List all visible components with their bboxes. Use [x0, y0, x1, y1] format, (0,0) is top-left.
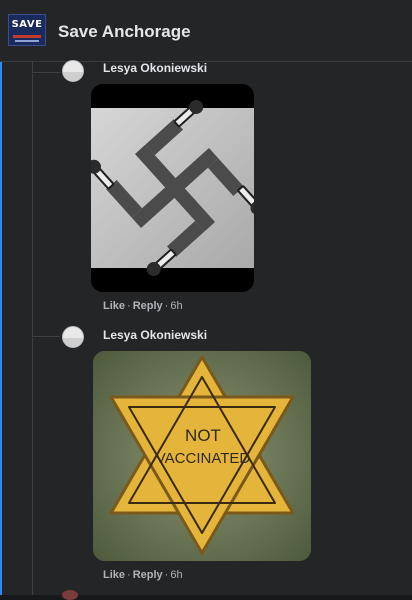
separator-dot: ·	[127, 300, 131, 312]
like-link[interactable]: Like	[103, 569, 125, 581]
swastika-syringe-image	[91, 84, 254, 292]
comment-actions: Like · Reply · 6h	[103, 569, 183, 581]
avatar[interactable]	[62, 326, 84, 348]
separator-dot: ·	[127, 569, 131, 581]
reply-link[interactable]: Reply	[133, 300, 163, 312]
thread-branch	[32, 72, 60, 73]
comment-timestamp[interactable]: 6h	[170, 300, 182, 312]
comment-image[interactable]	[91, 84, 254, 292]
group-title[interactable]: Save Anchorage	[58, 22, 191, 42]
patch-text-line2: VACCINATED	[156, 450, 251, 467]
patch-text-line1: NOT	[185, 426, 221, 445]
group-logo[interactable]: SAVE	[8, 14, 46, 46]
logo-stripe-secondary	[15, 40, 39, 42]
next-avatar-peek	[62, 590, 78, 600]
thread-branch	[32, 336, 60, 337]
logo-stripe	[13, 35, 41, 38]
comment-author[interactable]: Lesya Okoniewski	[103, 61, 207, 75]
group-logo-text: SAVE	[11, 19, 43, 30]
avatar[interactable]	[62, 60, 84, 82]
thread-line	[32, 62, 33, 595]
separator-dot: ·	[164, 300, 169, 312]
like-link[interactable]: Like	[103, 300, 125, 312]
comment-author[interactable]: Lesya Okoniewski	[103, 328, 207, 342]
group-header: SAVE Save Anchorage	[0, 0, 412, 62]
comment-actions: Like · Reply · 6h	[103, 300, 183, 312]
reply-link[interactable]: Reply	[133, 569, 163, 581]
avatar-shade	[63, 72, 83, 81]
star-patch-image: NOT VACCINATED	[93, 351, 311, 561]
scroll-edge-indicator	[0, 62, 2, 595]
separator-dot: ·	[164, 569, 169, 581]
comment-image[interactable]: NOT VACCINATED	[93, 351, 311, 561]
avatar-shade	[63, 338, 83, 347]
comment-timestamp[interactable]: 6h	[170, 569, 182, 581]
